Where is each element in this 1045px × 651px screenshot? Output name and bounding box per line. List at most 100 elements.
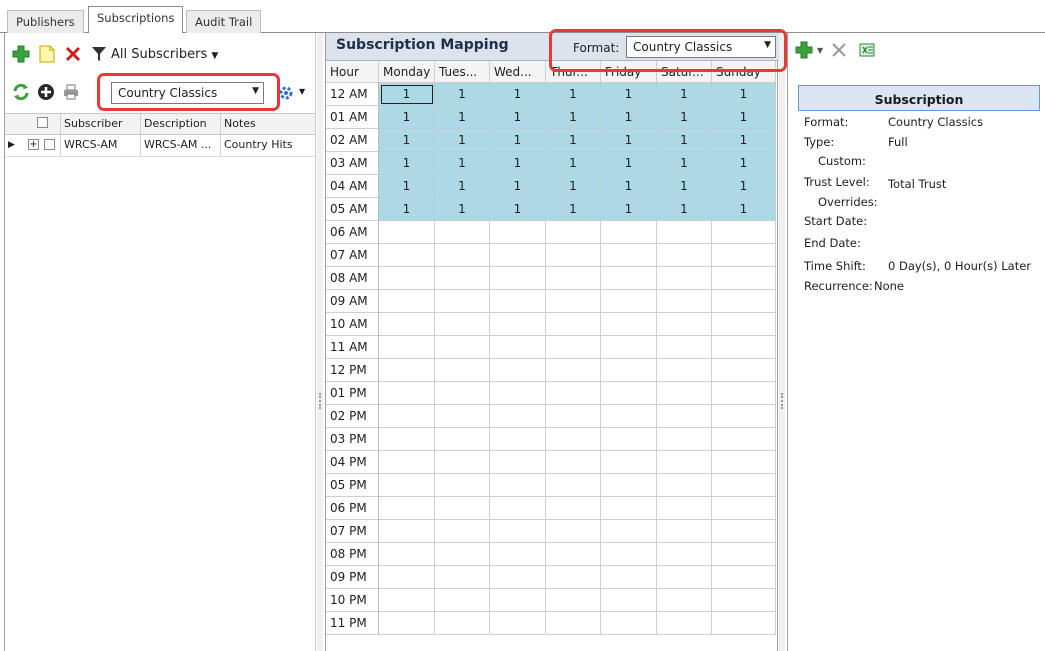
cell-monday[interactable]: 1 xyxy=(379,152,435,175)
cell-sunday[interactable] xyxy=(712,405,776,428)
expand-icon[interactable]: + xyxy=(28,139,39,150)
cell-saturday[interactable] xyxy=(657,566,712,589)
cell-description[interactable]: WRCS-AM ... xyxy=(141,135,221,156)
tab-subscriptions[interactable]: Subscriptions xyxy=(88,6,184,34)
cell-saturday[interactable] xyxy=(657,359,712,382)
cell-friday[interactable] xyxy=(601,290,657,313)
cell-thursday[interactable] xyxy=(546,221,601,244)
tab-audit-trail[interactable]: Audit Trail xyxy=(186,10,262,33)
left-splitter[interactable] xyxy=(317,33,323,651)
cell-friday[interactable] xyxy=(601,566,657,589)
cell-friday[interactable] xyxy=(601,359,657,382)
cell-saturday[interactable] xyxy=(657,451,712,474)
cell-thursday[interactable] xyxy=(546,474,601,497)
cell-wednesday[interactable]: 1 xyxy=(490,129,546,152)
cell-friday[interactable] xyxy=(601,520,657,543)
cell-tuesday[interactable]: 1 xyxy=(435,175,490,198)
cell-saturday[interactable] xyxy=(657,474,712,497)
cell-monday[interactable] xyxy=(379,497,435,520)
cell-monday[interactable] xyxy=(379,244,435,267)
cell-sunday[interactable] xyxy=(712,382,776,405)
filter-icon[interactable] xyxy=(91,45,107,63)
cell-thursday[interactable] xyxy=(546,405,601,428)
cell-sunday[interactable] xyxy=(712,428,776,451)
cell-thursday[interactable] xyxy=(546,497,601,520)
cell-thursday[interactable] xyxy=(546,589,601,612)
cell-tuesday[interactable] xyxy=(435,543,490,566)
cell-monday[interactable] xyxy=(379,520,435,543)
cell-sunday[interactable] xyxy=(712,612,776,635)
cell-saturday[interactable] xyxy=(657,244,712,267)
cell-tuesday[interactable] xyxy=(435,359,490,382)
cell-tuesday[interactable] xyxy=(435,313,490,336)
cell-sunday[interactable]: 1 xyxy=(712,152,776,175)
cell-saturday[interactable] xyxy=(657,520,712,543)
column-header-notes[interactable]: Notes xyxy=(221,114,311,134)
tab-publishers[interactable]: Publishers xyxy=(7,10,84,33)
cell-thursday[interactable]: 1 xyxy=(546,175,601,198)
cell-tuesday[interactable] xyxy=(435,451,490,474)
cell-sunday[interactable]: 1 xyxy=(712,129,776,152)
cell-saturday[interactable]: 1 xyxy=(657,175,712,198)
cell-monday[interactable] xyxy=(379,474,435,497)
cell-wednesday[interactable] xyxy=(490,405,546,428)
cell-monday[interactable]: 1 xyxy=(379,198,435,221)
cell-wednesday[interactable] xyxy=(490,589,546,612)
cell-thursday[interactable]: 1 xyxy=(546,129,601,152)
select-all-checkbox[interactable] xyxy=(25,114,61,134)
cell-monday[interactable] xyxy=(379,451,435,474)
cell-sunday[interactable]: 1 xyxy=(712,175,776,198)
cell-wednesday[interactable]: 1 xyxy=(490,198,546,221)
cell-saturday[interactable] xyxy=(657,612,712,635)
cell-thursday[interactable] xyxy=(546,267,601,290)
column-header-monday[interactable]: Monday xyxy=(379,61,435,83)
cell-friday[interactable]: 1 xyxy=(601,152,657,175)
cell-monday[interactable] xyxy=(379,405,435,428)
cell-wednesday[interactable] xyxy=(490,520,546,543)
cell-tuesday[interactable] xyxy=(435,612,490,635)
cell-saturday[interactable] xyxy=(657,336,712,359)
cell-thursday[interactable] xyxy=(546,428,601,451)
cell-thursday[interactable] xyxy=(546,520,601,543)
cell-wednesday[interactable] xyxy=(490,566,546,589)
cell-tuesday[interactable] xyxy=(435,290,490,313)
cell-wednesday[interactable] xyxy=(490,336,546,359)
cell-subscriber[interactable]: WRCS-AM xyxy=(61,135,141,156)
cell-thursday[interactable]: 1 xyxy=(546,83,601,106)
cell-notes[interactable]: Country Hits xyxy=(221,135,311,156)
cell-wednesday[interactable] xyxy=(490,221,546,244)
cell-thursday[interactable] xyxy=(546,359,601,382)
cell-sunday[interactable]: 1 xyxy=(712,106,776,129)
cell-wednesday[interactable]: 1 xyxy=(490,175,546,198)
cell-sunday[interactable] xyxy=(712,221,776,244)
cell-thursday[interactable] xyxy=(546,244,601,267)
delete-icon[interactable] xyxy=(63,44,83,64)
cell-tuesday[interactable] xyxy=(435,428,490,451)
cell-monday[interactable] xyxy=(379,612,435,635)
cell-friday[interactable] xyxy=(601,428,657,451)
refresh-icon[interactable] xyxy=(11,82,31,102)
cell-sunday[interactable] xyxy=(712,313,776,336)
cell-friday[interactable]: 1 xyxy=(601,106,657,129)
cell-monday[interactable] xyxy=(379,336,435,359)
table-row[interactable]: ▶ + WRCS-AM WRCS-AM ... Country Hits xyxy=(5,135,315,157)
cell-wednesday[interactable] xyxy=(490,313,546,336)
column-header-wednesday[interactable]: Wed... xyxy=(490,61,546,83)
cell-sunday[interactable] xyxy=(712,474,776,497)
new-document-icon[interactable] xyxy=(37,44,57,64)
cell-friday[interactable] xyxy=(601,382,657,405)
cell-wednesday[interactable] xyxy=(490,451,546,474)
cell-friday[interactable] xyxy=(601,589,657,612)
column-header-description[interactable]: Description xyxy=(141,114,221,134)
cell-saturday[interactable] xyxy=(657,497,712,520)
cell-monday[interactable] xyxy=(379,313,435,336)
cell-sunday[interactable] xyxy=(712,451,776,474)
cell-tuesday[interactable] xyxy=(435,405,490,428)
cell-wednesday[interactable] xyxy=(490,359,546,382)
cell-friday[interactable] xyxy=(601,336,657,359)
cell-tuesday[interactable]: 1 xyxy=(435,106,490,129)
cell-monday[interactable] xyxy=(379,359,435,382)
cell-sunday[interactable]: 1 xyxy=(712,83,776,106)
cell-wednesday[interactable] xyxy=(490,497,546,520)
cell-thursday[interactable] xyxy=(546,313,601,336)
